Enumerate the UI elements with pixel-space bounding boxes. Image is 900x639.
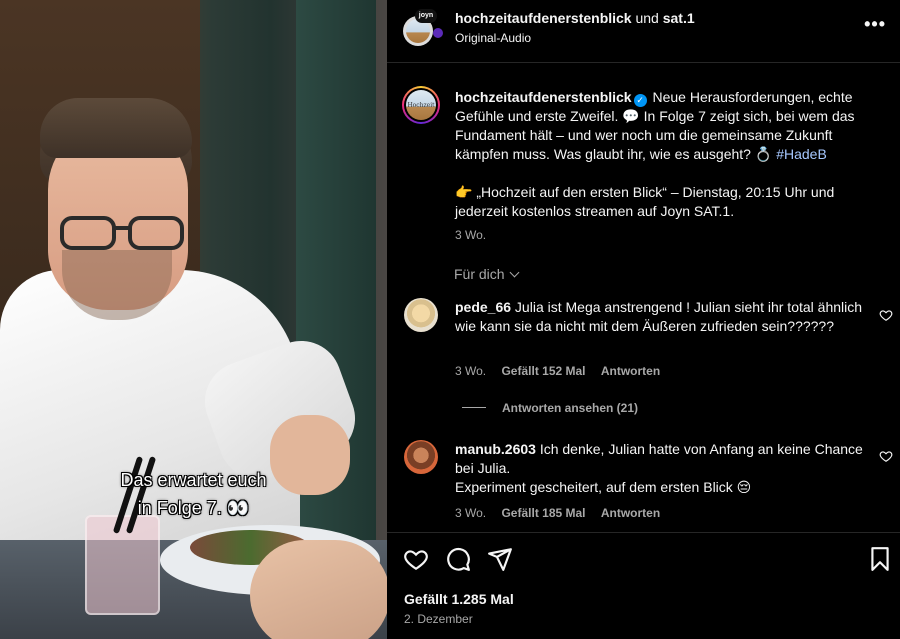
verified-badge-icon: ✓: [633, 94, 647, 107]
sort-label: Für dich: [454, 266, 505, 282]
comment-bubble-icon[interactable]: [445, 546, 471, 572]
comment-avatar[interactable]: [404, 440, 438, 474]
avatar-label: Hochzeit: [407, 102, 435, 109]
drink-glass: [85, 515, 160, 615]
comment-text: pede_66 Julia ist Mega anstrengend ! Jul…: [455, 298, 865, 336]
comment-body: Julia ist Mega anstrengend ! Julian sieh…: [455, 299, 863, 334]
bookmark-icon[interactable]: [867, 546, 893, 572]
joyn-badge: joyn: [415, 9, 437, 23]
comment-avatar[interactable]: [404, 298, 438, 332]
caption-text-2: 👉 „Hochzeit auf den ersten Blick“ – Dien…: [455, 184, 835, 219]
post-header: joyn hochzeitaufdenerstenblick und sat.1…: [387, 0, 900, 62]
comment-text: manub.2603 Ich denke, Julian hatte von A…: [455, 440, 865, 497]
like-heart-icon[interactable]: [403, 546, 429, 572]
caption-avatar[interactable]: Hochzeit: [402, 86, 440, 124]
other-hand: [250, 540, 387, 639]
comment-likes[interactable]: Gefällt 152 Mal: [501, 364, 585, 378]
action-bar: [387, 544, 900, 576]
hashtag-link[interactable]: #HadeB: [776, 146, 827, 162]
post-video[interactable]: Das erwartet euch in Folge 7. 👀: [0, 0, 387, 639]
comment-body-2: Experiment gescheitert, auf dem ersten B…: [455, 479, 752, 495]
divider: [387, 532, 900, 533]
chevron-down-icon: [509, 267, 520, 278]
person-hair-top: [40, 98, 192, 158]
glasses-icon: [60, 216, 184, 250]
caption-time[interactable]: 3 Wo.: [455, 228, 486, 242]
replies-line: [462, 407, 486, 408]
header-usernames: hochzeitaufdenerstenblick und sat.1: [455, 10, 695, 26]
heart-icon[interactable]: [879, 449, 893, 463]
header-collaborator[interactable]: sat.1: [663, 10, 695, 26]
comment-sort-dropdown[interactable]: Für dich: [454, 266, 520, 282]
video-caption-line2: in Folge 7. 👀: [137, 498, 250, 518]
post-details-panel: joyn hochzeitaufdenerstenblick und sat.1…: [387, 0, 900, 639]
header-joiner: und: [635, 10, 659, 26]
caption-username[interactable]: hochzeitaufdenerstenblick: [455, 89, 632, 105]
post-caption: hochzeitaufdenerstenblick ✓ Neue Herausfo…: [455, 88, 885, 221]
heart-icon[interactable]: [879, 308, 893, 322]
comment-username[interactable]: manub.2603: [455, 441, 536, 457]
share-send-icon[interactable]: [487, 546, 513, 572]
comment-time[interactable]: 3 Wo.: [455, 506, 486, 520]
more-horizontal-icon[interactable]: •••: [864, 14, 886, 35]
post-date[interactable]: 2. Dezember: [404, 612, 473, 626]
collab-avatar-dot: [433, 28, 443, 38]
reply-button[interactable]: Antworten: [601, 506, 660, 520]
video-caption-line1: Das erwartet euch: [120, 470, 267, 490]
comment-meta: 3 Wo. Gefällt 185 Mal Antworten: [455, 506, 672, 520]
divider: [387, 62, 900, 63]
post-likes[interactable]: Gefällt 1.285 Mal: [404, 591, 514, 607]
comment-username[interactable]: pede_66: [455, 299, 511, 315]
audio-link[interactable]: Original-Audio: [455, 31, 531, 45]
comment-time[interactable]: 3 Wo.: [455, 364, 486, 378]
header-username[interactable]: hochzeitaufdenerstenblick: [455, 10, 632, 26]
comment-likes[interactable]: Gefällt 185 Mal: [501, 506, 585, 520]
view-replies-label: Antworten ansehen (21): [502, 401, 639, 415]
view-replies-button[interactable]: Antworten ansehen (21): [462, 401, 638, 415]
reply-button[interactable]: Antworten: [601, 364, 660, 378]
comment-meta: 3 Wo. Gefällt 152 Mal Antworten: [455, 364, 672, 378]
